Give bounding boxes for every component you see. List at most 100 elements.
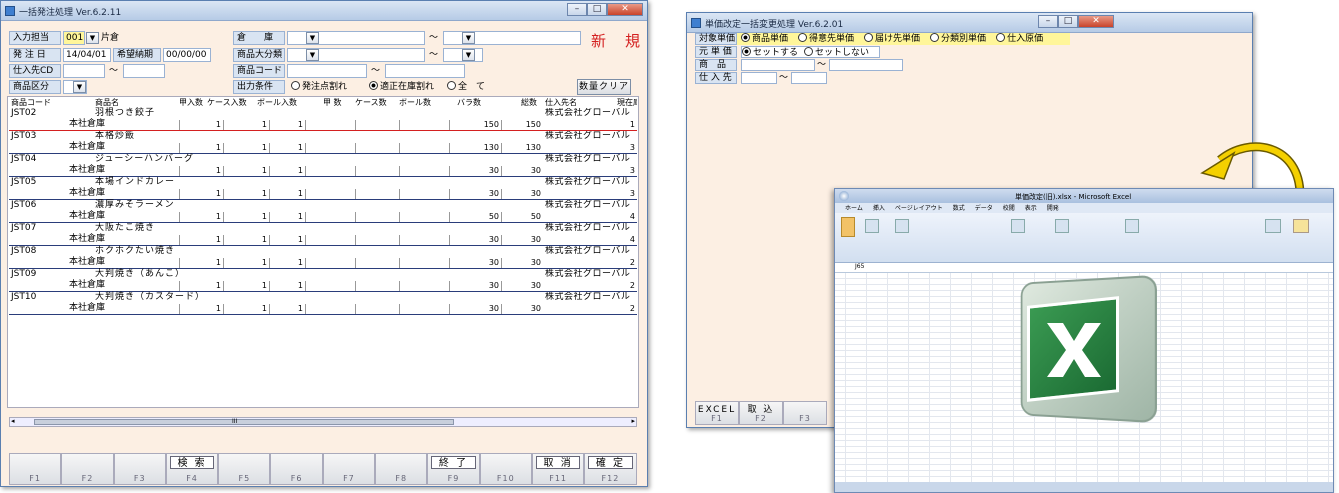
row-kou-iri[interactable]: 1: [179, 189, 223, 199]
minimize-icon[interactable]: –: [567, 3, 587, 16]
excel-tab[interactable]: 挿入: [873, 203, 885, 212]
row-kou-su[interactable]: [305, 212, 355, 222]
row-case-su[interactable]: [355, 212, 399, 222]
row-case-iri[interactable]: 1: [223, 120, 269, 130]
row-ball-iri[interactable]: 1: [269, 143, 305, 153]
row-kou-su[interactable]: [305, 120, 355, 130]
excel-tab[interactable]: ページレイアウト: [895, 203, 943, 212]
office-button-icon[interactable]: [839, 191, 849, 201]
kibo-date-input[interactable]: 00/00/00: [163, 48, 211, 62]
fkey-f11[interactable]: 取 消 F11: [531, 453, 585, 485]
row-case-su[interactable]: [355, 166, 399, 176]
horizontal-scrollbar[interactable]: ◂ III ▸: [9, 417, 637, 427]
minimize-icon[interactable]: –: [1038, 15, 1058, 28]
supplier-to-input[interactable]: [791, 72, 827, 84]
ribbon-button-icon[interactable]: [865, 219, 879, 233]
row-bara-su[interactable]: 150: [449, 120, 501, 130]
row-ball-su[interactable]: [399, 258, 449, 268]
row-bara-su[interactable]: 30: [449, 166, 501, 176]
row-bara-su[interactable]: 130: [449, 143, 501, 153]
row-case-iri[interactable]: 1: [223, 258, 269, 268]
row-bara-su[interactable]: 30: [449, 235, 501, 245]
row-ball-iri[interactable]: 1: [269, 166, 305, 176]
ribbon-button-icon[interactable]: [1265, 219, 1281, 233]
ribbon-button-icon[interactable]: [1055, 219, 1069, 233]
row-bara-su[interactable]: 30: [449, 258, 501, 268]
fkey-f3[interactable]: F3: [783, 401, 827, 425]
excel-tab[interactable]: 開発: [1047, 203, 1059, 212]
ribbon-button-icon[interactable]: [841, 217, 855, 237]
daibunrui-to-dropdown-icon[interactable]: ▼: [462, 49, 475, 61]
row-bara-su[interactable]: 30: [449, 189, 501, 199]
row-kou-iri[interactable]: 1: [179, 258, 223, 268]
name-box[interactable]: J65: [855, 263, 864, 270]
ribbon-button-icon[interactable]: [895, 219, 909, 233]
tanto-dropdown-icon[interactable]: ▼: [86, 32, 99, 44]
scroll-left-icon[interactable]: ◂: [11, 417, 15, 425]
radio-option[interactable]: 得意先単価: [798, 33, 854, 44]
radio-hatchuten[interactable]: 発注点割れ: [291, 81, 347, 93]
scroll-right-icon[interactable]: ▸: [631, 417, 635, 425]
excel-tab[interactable]: 校閲: [1003, 203, 1015, 212]
fkey-f5[interactable]: F5: [218, 453, 271, 485]
row-case-iri[interactable]: 1: [223, 212, 269, 222]
radio-all[interactable]: 全 て: [447, 81, 485, 93]
shohin-code-to-input[interactable]: [385, 64, 465, 78]
product-to-input[interactable]: [829, 59, 903, 71]
excel-tab[interactable]: データ: [975, 203, 993, 212]
table-row[interactable]: JST04 ジューシーハンバーグ 本社倉庫 1 1 1 30 30 株式会社グローバル 3: [9, 154, 637, 177]
radio-option[interactable]: 分類別単価: [930, 33, 986, 44]
table-row[interactable]: JST07 大阪たこ焼き 本社倉庫 1 1 1 30 30 株式会社グローバル 4: [9, 223, 637, 246]
fkey-f4[interactable]: 検 索 F4: [165, 453, 219, 485]
row-kou-su[interactable]: [305, 258, 355, 268]
fkey-f6[interactable]: F6: [270, 453, 323, 485]
row-ball-su[interactable]: [399, 235, 449, 245]
ribbon-button-icon[interactable]: [1293, 219, 1309, 233]
row-kou-su[interactable]: [305, 281, 355, 291]
product-from-input[interactable]: [741, 59, 815, 71]
fkey-f3[interactable]: F3: [113, 453, 166, 485]
row-ball-su[interactable]: [399, 189, 449, 199]
row-bara-su[interactable]: 30: [449, 281, 501, 291]
row-case-su[interactable]: [355, 304, 399, 314]
row-ball-iri[interactable]: 1: [269, 212, 305, 222]
row-ball-iri[interactable]: 1: [269, 304, 305, 314]
row-case-iri[interactable]: 1: [223, 235, 269, 245]
row-case-su[interactable]: [355, 143, 399, 153]
table-row[interactable]: JST05 本場インドカレー 本社倉庫 1 1 1 30 30 株式会社グローバル 3: [9, 177, 637, 200]
row-case-iri[interactable]: 1: [223, 189, 269, 199]
row-case-su[interactable]: [355, 281, 399, 291]
row-kou-iri[interactable]: 1: [179, 235, 223, 245]
row-case-su[interactable]: [355, 235, 399, 245]
row-ball-iri[interactable]: 1: [269, 189, 305, 199]
row-kou-su[interactable]: [305, 143, 355, 153]
row-case-su[interactable]: [355, 189, 399, 199]
radio-option[interactable]: 仕入原価: [996, 33, 1043, 44]
radio-option[interactable]: 商品単価: [741, 33, 788, 44]
fkey-f10[interactable]: F10: [479, 453, 532, 485]
fkey-f12[interactable]: 確 定 F12: [584, 453, 637, 485]
radio-option[interactable]: セットする: [742, 47, 798, 58]
row-kou-su[interactable]: [305, 304, 355, 314]
row-kou-iri[interactable]: 1: [179, 120, 223, 130]
kubun-dropdown-icon[interactable]: ▼: [73, 81, 86, 93]
row-ball-su[interactable]: [399, 212, 449, 222]
formula-bar[interactable]: J65: [835, 263, 1333, 273]
shohin-code-from-input[interactable]: [287, 64, 367, 78]
ribbon-button-icon[interactable]: [1125, 219, 1139, 233]
row-case-su[interactable]: [355, 258, 399, 268]
clear-quantity-button[interactable]: 数量クリア: [577, 79, 631, 95]
row-ball-su[interactable]: [399, 143, 449, 153]
row-ball-su[interactable]: [399, 304, 449, 314]
row-case-iri[interactable]: 1: [223, 143, 269, 153]
row-ball-su[interactable]: [399, 281, 449, 291]
row-case-iri[interactable]: 1: [223, 281, 269, 291]
row-kou-iri[interactable]: 1: [179, 212, 223, 222]
soko-from-dropdown-icon[interactable]: ▼: [306, 32, 319, 44]
row-kou-iri[interactable]: 1: [179, 143, 223, 153]
row-ball-iri[interactable]: 1: [269, 120, 305, 130]
row-case-iri[interactable]: 1: [223, 304, 269, 314]
table-row[interactable]: JST02 羽根つき餃子 本社倉庫 1 1 1 150 150 株式会社グローバル 1: [9, 108, 637, 131]
tanto-code-input[interactable]: 001: [63, 31, 85, 45]
row-kou-su[interactable]: [305, 189, 355, 199]
